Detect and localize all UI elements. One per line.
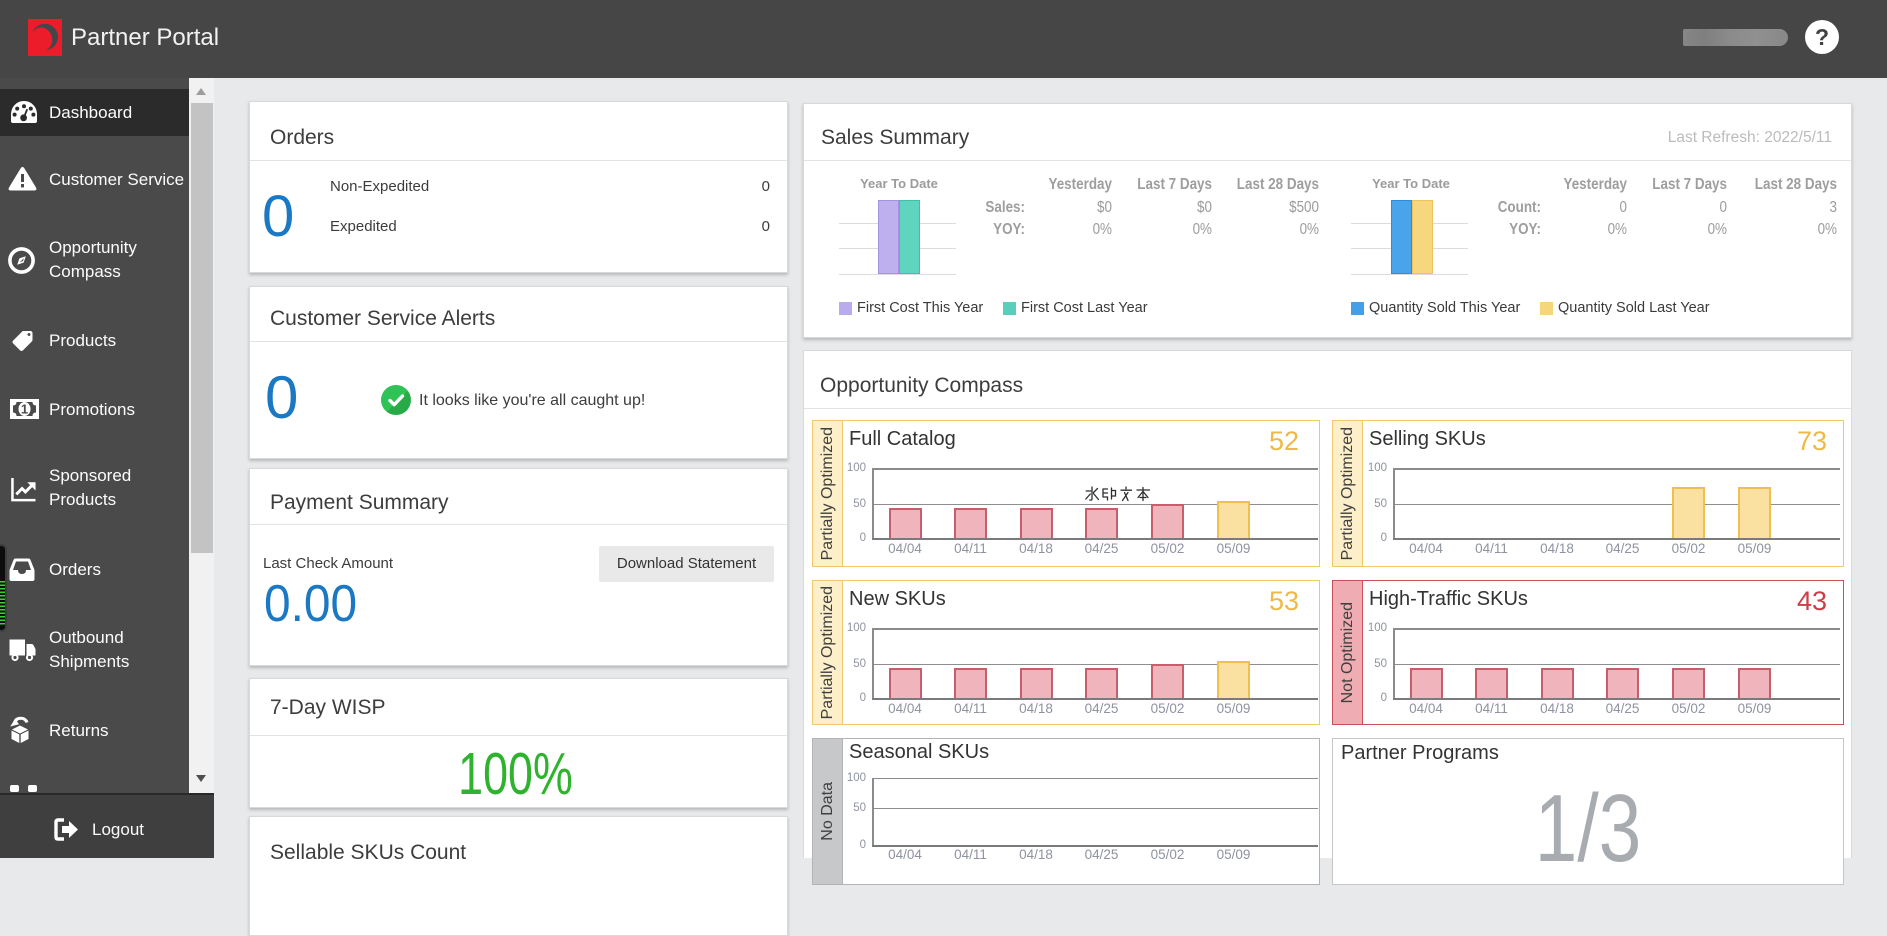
svg-text:1: 1 [21, 402, 28, 417]
